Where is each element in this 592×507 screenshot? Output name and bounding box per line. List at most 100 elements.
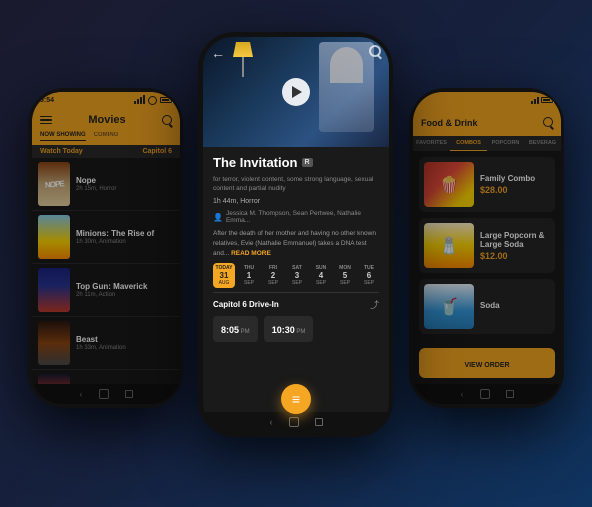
date-num-tue: 6 (367, 271, 371, 280)
search-icon (369, 45, 381, 57)
movie-meta-beast: 1h 33m, Animation (76, 345, 174, 351)
date-month-tue: SEP (364, 280, 374, 286)
right-tab-beverages[interactable]: BEVERAG (524, 136, 561, 151)
right-nav-recents-icon[interactable] (506, 390, 514, 398)
movie-detail-title-text: The Invitation (213, 155, 298, 170)
hero-figure (319, 42, 374, 132)
menu-icon[interactable] (40, 116, 52, 125)
center-nav-back-icon[interactable]: ‹ (270, 417, 273, 427)
date-tabs: TODAY 31 AUG THU 1 SEP FRI 2 SEP (213, 263, 379, 293)
movie-info-topgun: Top Gun: Maverick 2h 11m, Action (76, 282, 174, 298)
food-info-combo: Family Combo $28.00 (480, 174, 550, 195)
back-button[interactable]: ← (211, 45, 225, 61)
right-title-text: Food & Drink (421, 118, 478, 128)
center-nav-home-icon[interactable] (289, 417, 299, 427)
list-item[interactable]: Beast 1h 33m, Animation (32, 317, 180, 370)
center-phone: ← The Invitation R for terror, violent c… (198, 32, 393, 437)
date-tab-sat[interactable]: SAT 3 SEP (287, 263, 307, 288)
right-nav-back-icon[interactable]: ‹ (461, 389, 464, 399)
view-order-button[interactable]: VIEW ORDER (419, 348, 555, 378)
showtime-time-2: 10:30 PM (272, 325, 306, 335)
date-tab-fri[interactable]: FRI 2 SEP (263, 263, 283, 288)
center-phone-screen: ← The Invitation R for terror, violent c… (203, 37, 389, 432)
date-tab-tue[interactable]: TUE 6 SEP (359, 263, 379, 288)
date-month-fri: SEP (268, 280, 278, 286)
filter-fab-button[interactable]: ≡ (281, 384, 311, 414)
play-button[interactable] (282, 78, 310, 106)
read-more-button[interactable]: READ MORE (231, 250, 271, 257)
date-tab-today[interactable]: TODAY 31 AUG (213, 263, 235, 288)
date-month-mon: SEP (340, 280, 350, 286)
date-num-today: 31 (220, 271, 229, 280)
list-item[interactable]: 🥤 Soda (419, 279, 555, 334)
list-item[interactable]: 🍿 Family Combo $28.00 (419, 157, 555, 212)
left-tab-coming[interactable]: COMING (94, 132, 119, 141)
showtime-1[interactable]: 8:05 PM (213, 316, 258, 342)
food-info-soda: Soda (480, 301, 550, 312)
date-tab-sun[interactable]: SUN 4 SEP (311, 263, 331, 288)
food-image-combo: 🍿 (424, 162, 474, 207)
movie-title-minions: Minions: The Rise of (76, 229, 174, 238)
movie-info-beast: Beast 1h 33m, Animation (76, 335, 174, 351)
share-icon[interactable]: ⤴ (370, 298, 379, 311)
food-image-popcorn: 🧂 (424, 223, 474, 268)
rating-description: for terror, violent content, some strong… (213, 175, 379, 193)
left-search-icon[interactable] (162, 115, 172, 125)
right-nav-home-icon[interactable] (480, 389, 490, 399)
left-phone: 9:54 (28, 88, 183, 408)
right-tab-favorites[interactable]: FAVORITES (413, 136, 450, 151)
combo-image: 🍿 (424, 162, 474, 207)
movie-title-nope: Nope (76, 176, 174, 185)
movie-detail-title-row: The Invitation R (213, 155, 379, 170)
filter-icon: ≡ (292, 391, 300, 407)
left-tab-now-showing[interactable]: NOW SHOWING (40, 132, 86, 141)
food-name-popcorn: Large Popcorn & Large Soda (480, 231, 550, 249)
figure-head (330, 47, 363, 83)
battery-icon (160, 97, 172, 103)
center-nav-recents-icon[interactable] (315, 418, 323, 426)
movie-title-beast: Beast (76, 335, 174, 344)
movie-meta-minions: 1h 30m, Animation (76, 239, 174, 245)
nav-back-icon[interactable]: ‹ (80, 389, 83, 399)
list-item[interactable]: Top Gun: Maverick 2h 11m, Action (32, 264, 180, 317)
showtime-2[interactable]: 10:30 PM (264, 316, 314, 342)
right-signal-icon (531, 96, 539, 104)
list-item[interactable]: 🧂 Large Popcorn & Large Soda $12.00 (419, 218, 555, 273)
right-tab-popcorn[interactable]: POPCORN (487, 136, 524, 151)
figure-shape (319, 42, 374, 132)
right-tab-combos[interactable]: COMBOS (450, 136, 487, 151)
movie-info-nope: Nope 2h 15m, Horror (76, 176, 174, 192)
director-text: Jessica M. Thompson, Sean Pertwee, Natha… (226, 210, 379, 224)
center-screen-content: ← The Invitation R for terror, violent c… (203, 37, 389, 432)
lamp-pole (242, 57, 244, 77)
left-status-icons (134, 96, 172, 105)
list-item[interactable]: THIS IS NOT A SAFE SPACE Bodies Bodies B… (32, 370, 180, 384)
hero-search-button[interactable] (369, 45, 381, 57)
left-tabs: NOW SHOWING COMING (32, 130, 180, 145)
right-screen-content: Food & Drink FAVORITES COMBOS POPCORN BE… (413, 92, 561, 404)
nav-recents-icon[interactable] (125, 390, 133, 398)
center-hero: ← (203, 37, 389, 147)
date-num-sun: 4 (319, 271, 323, 280)
theater-row: Capitol 6 Drive-In ⤴ (213, 298, 379, 311)
nope-logo: NOPE (44, 179, 63, 190)
food-price-combo: $28.00 (480, 185, 550, 195)
left-nav-bar: ‹ (32, 384, 180, 404)
list-item[interactable]: Minions: The Rise of 1h 30m, Animation (32, 211, 180, 264)
left-screen-content: 9:54 (32, 92, 180, 404)
genre-runtime: 1h 44m, Horror (213, 198, 379, 205)
date-tab-thu[interactable]: THU 1 SEP (239, 263, 259, 288)
list-item[interactable]: NOPE Nope 2h 15m, Horror (32, 158, 180, 211)
left-phone-screen: 9:54 (32, 92, 180, 404)
nav-home-icon[interactable] (99, 389, 109, 399)
date-month-sat: SEP (292, 280, 302, 286)
movie-title-topgun: Top Gun: Maverick (76, 282, 174, 291)
signal-bars-icon (134, 96, 145, 104)
movie-poster-topgun (38, 268, 70, 312)
right-search-icon[interactable] (543, 117, 553, 127)
food-price-popcorn: $12.00 (480, 251, 550, 261)
date-num-mon: 5 (343, 271, 347, 280)
date-tab-mon[interactable]: MON 5 SEP (335, 263, 355, 288)
date-num-thu: 1 (247, 271, 251, 280)
right-status-icons (531, 96, 553, 104)
